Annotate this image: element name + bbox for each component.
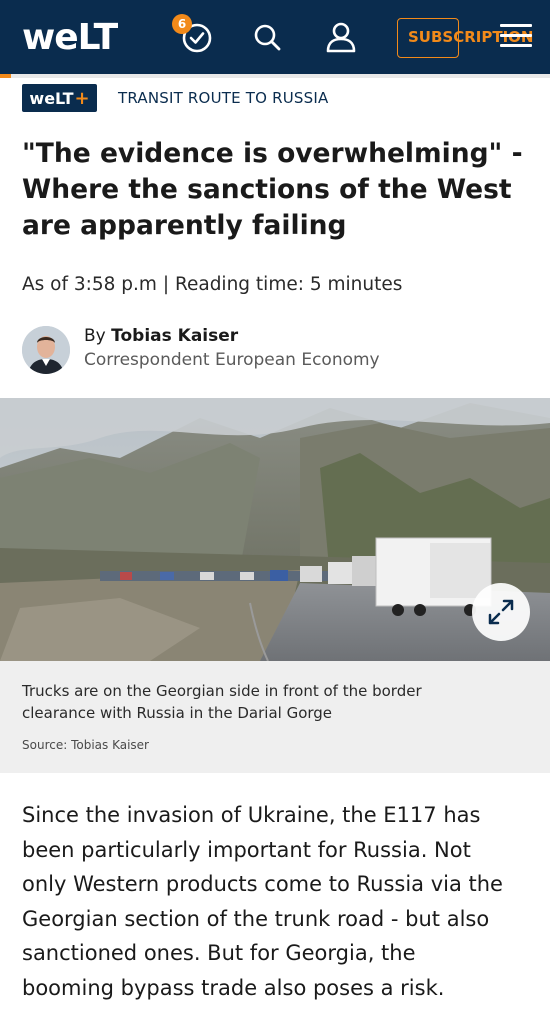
user-icon[interactable] [324,20,358,54]
body-line: Since the invasion of Ukraine, the E117 … [22,803,481,827]
author-role: Correspondent European Economy [84,350,380,370]
body-line: been particularly important for Russia. … [22,837,471,862]
author-avatar[interactable] [22,326,70,374]
image-caption: Trucks are on the Georgian side in front… [22,680,522,724]
headline-line: are apparently failing [22,210,347,241]
reading-progress-bar [0,74,550,78]
headline-line: "The evidence is overwhelming" - [22,138,523,169]
top-header: weLT 6 SUBSCRIPTION [0,0,550,74]
plus-sign: + [74,87,90,109]
welt-plus-text: weLT [29,88,74,108]
expand-image-button[interactable] [472,583,530,641]
welt-logo[interactable]: weLT [22,14,118,60]
menu-icon[interactable] [500,24,532,50]
byline-prefix: By [84,326,106,346]
author-byline: By Tobias Kaiser [84,326,238,346]
caption-line: Trucks are on the Georgian side in front… [22,682,422,700]
search-icon[interactable] [250,20,284,54]
article-meta: As of 3:58 p.m | Reading time: 5 minutes [22,274,403,295]
body-line: booming bypass trade also poses a risk. [22,975,445,1000]
welt-plus-badge: weLT + [22,84,97,112]
article-headline: "The evidence is overwhelming" - Where t… [22,136,537,244]
hero-image[interactable] [0,398,550,661]
article-kicker[interactable]: TRANSIT ROUTE TO RUSSIA [118,89,328,107]
author-name[interactable]: Tobias Kaiser [111,326,238,346]
caption-line: clearance with Russia in the Darial Gorg… [22,704,333,722]
headline-line: Where the sanctions of the West [22,174,512,205]
body-line: Georgian section of the trunk road - but… [22,906,490,931]
image-source: Source: Tobias Kaiser [22,738,149,752]
body-line: only Western products come to Russia via… [22,872,503,896]
article-body: Since the invasion of Ukraine, the E117 … [22,798,537,1005]
body-line: sanctioned ones. But for Georgia, the [22,941,416,965]
notification-badge: 6 [172,14,192,34]
